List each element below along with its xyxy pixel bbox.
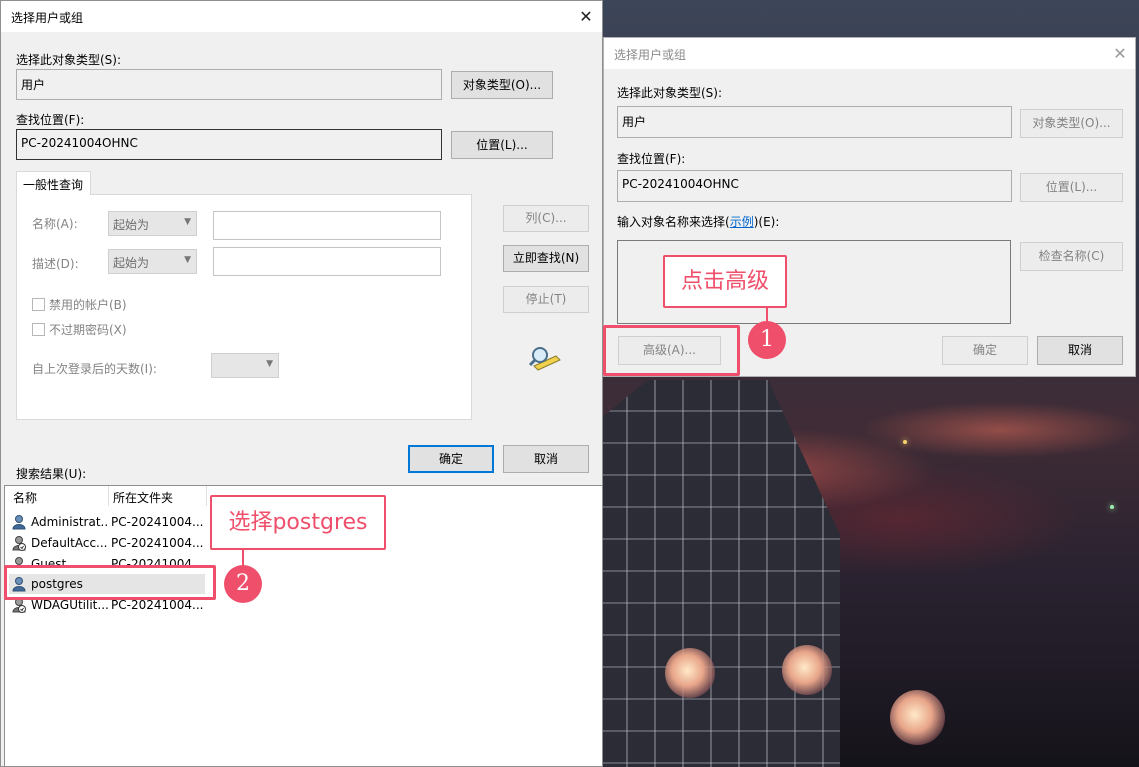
checkbox-box [32, 298, 45, 311]
description-combo-value: 起始为 [113, 256, 150, 270]
location-field: PC-20241004OHNC [16, 129, 442, 160]
wallpaper-lightbulb [782, 645, 832, 695]
description-match-combo[interactable]: 起始为 ▼ [108, 249, 197, 274]
stop-button[interactable]: 停止(T) [503, 286, 589, 313]
checkbox-box [32, 323, 45, 336]
checkbox-label: 不过期密码(X) [49, 323, 127, 337]
name-match-combo[interactable]: 起始为 ▼ [108, 211, 197, 236]
list-item[interactable]: DefaultAcc... PC-20241004... [9, 533, 205, 553]
row-name: Administrat... [31, 515, 109, 529]
ok-button[interactable]: 确定 [408, 445, 494, 473]
wallpaper-lightbulb [665, 648, 715, 698]
object-type-label: 选择此对象类型(S): [617, 86, 723, 100]
dialog-title: 选择用户或组 [614, 48, 687, 62]
select-users-dialog-main: 选择用户或组 ✕ 选择此对象类型(S): 用户 对象类型(O)... 查找位置(… [0, 0, 603, 767]
find-now-button[interactable]: 立即查找(N) [503, 245, 589, 272]
row-folder: PC-20241004... [111, 536, 203, 550]
object-type-field: 用户 [617, 106, 1012, 138]
chevron-down-icon: ▼ [184, 217, 191, 227]
days-since-logon-label: 自上次登录后的天数(I): [32, 362, 157, 376]
highlight-postgres-row [4, 565, 216, 600]
step-2-badge: 2 [224, 565, 262, 603]
search-magnifier-icon [528, 347, 561, 371]
column-header-name[interactable]: 名称 [13, 489, 37, 506]
days-since-logon-combo[interactable]: ▼ [211, 353, 279, 378]
ok-button[interactable]: 确定 [942, 336, 1028, 365]
object-type-field: 用户 [16, 69, 442, 100]
description-input[interactable] [213, 247, 441, 276]
location-button[interactable]: 位置(L)... [1020, 173, 1123, 202]
highlight-advanced-button [603, 325, 740, 376]
search-results-label: 搜索结果(U): [16, 467, 87, 481]
object-type-label: 选择此对象类型(S): [16, 53, 122, 67]
name-label: 名称(A): [32, 217, 78, 231]
chevron-down-icon: ▼ [184, 255, 191, 265]
row-name: DefaultAcc... [31, 536, 108, 550]
title-bar: 选择用户或组 ✕ [1, 1, 602, 32]
location-label: 查找位置(F): [617, 152, 686, 166]
checkbox-label: 禁用的帐户(B) [49, 298, 127, 312]
cancel-button[interactable]: 取消 [1037, 336, 1123, 365]
user-disabled-icon [12, 536, 26, 551]
column-divider [206, 486, 207, 506]
close-icon[interactable]: ✕ [1106, 40, 1134, 68]
close-icon[interactable]: ✕ [572, 3, 600, 31]
row-folder: PC-20241004... [111, 598, 203, 612]
row-folder: PC-20241004... [111, 515, 203, 529]
wallpaper-star [903, 440, 907, 444]
step-1-badge: 1 [748, 321, 786, 359]
column-header-folder[interactable]: 所在文件夹 [113, 489, 173, 506]
enter-names-label-text: 输入对象名称来选择( [617, 215, 730, 229]
object-types-button[interactable]: 对象类型(O)... [1020, 109, 1123, 138]
object-types-button[interactable]: 对象类型(O)... [451, 71, 553, 99]
location-label: 查找位置(F): [16, 113, 85, 127]
tab-common-queries[interactable]: 一般性查询 [16, 171, 91, 195]
examples-link[interactable]: 示例 [730, 215, 754, 229]
disabled-accounts-checkbox[interactable]: 禁用的帐户(B) [32, 296, 127, 313]
description-label: 描述(D): [32, 257, 79, 271]
name-input[interactable] [213, 211, 441, 240]
callout-select-postgres: 选择postgres [210, 495, 386, 550]
name-combo-value: 起始为 [113, 218, 150, 232]
title-bar: 选择用户或组 ✕ [604, 38, 1135, 69]
column-divider [108, 486, 109, 506]
row-name: WDAGUtilit... [31, 598, 109, 612]
cancel-button[interactable]: 取消 [503, 445, 589, 473]
user-icon [12, 515, 26, 530]
list-item[interactable]: Administrat... PC-20241004... [9, 512, 205, 532]
enter-names-label-suffix: )(E): [753, 215, 780, 229]
enter-object-names-label: 输入对象名称来选择(示例)(E): [617, 213, 779, 230]
dialog-title: 选择用户或组 [11, 11, 84, 25]
location-button[interactable]: 位置(L)... [451, 131, 553, 159]
check-names-button[interactable]: 检查名称(C) [1020, 242, 1123, 271]
callout-click-advanced: 点击高级 [663, 255, 787, 308]
wallpaper-star [1110, 505, 1114, 509]
location-field: PC-20241004OHNC [617, 170, 1012, 202]
columns-button[interactable]: 列(C)... [503, 205, 589, 232]
wallpaper-lightbulb [890, 690, 945, 745]
callout-leader [242, 550, 244, 566]
chevron-down-icon: ▼ [266, 359, 273, 369]
non-expiring-password-checkbox[interactable]: 不过期密码(X) [32, 321, 127, 338]
